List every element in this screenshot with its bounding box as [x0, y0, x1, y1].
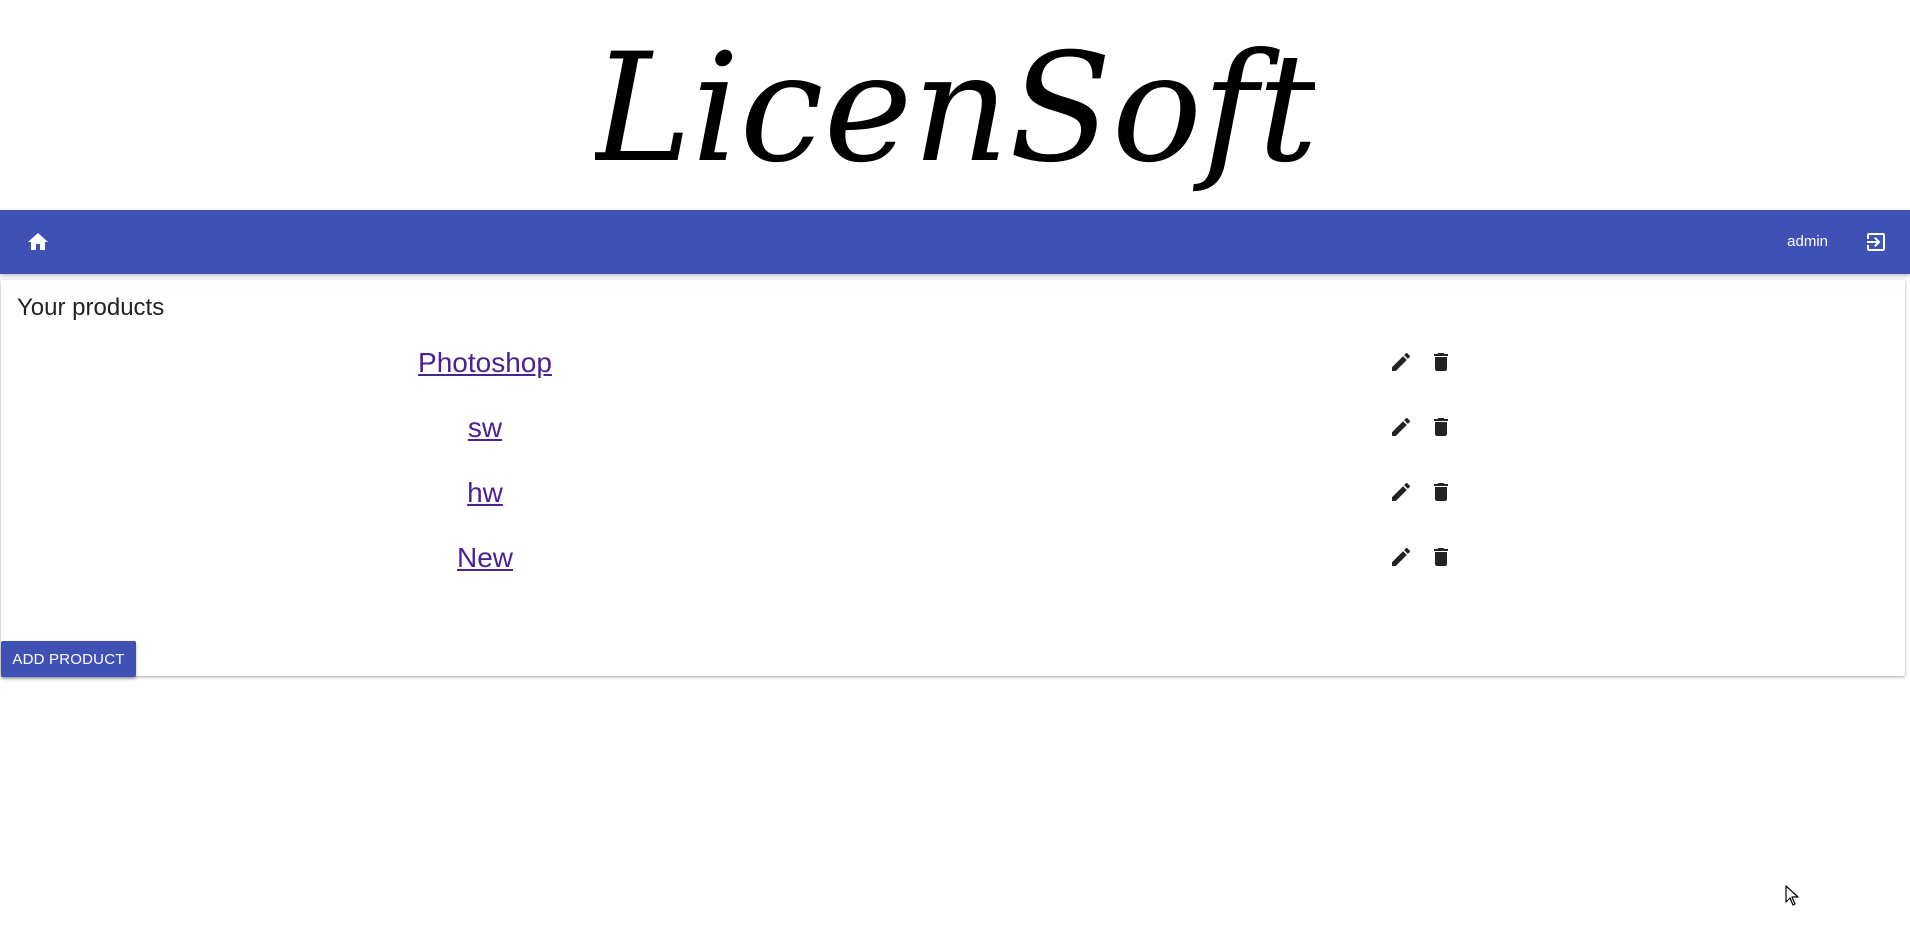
edit-button[interactable] — [1381, 533, 1421, 581]
home-button[interactable] — [14, 218, 62, 266]
delete-button[interactable] — [1421, 403, 1461, 451]
delete-button[interactable] — [1421, 338, 1461, 386]
pencil-icon — [1392, 417, 1411, 436]
pencil-icon — [1392, 352, 1411, 371]
username-label: admin — [1787, 233, 1828, 250]
edit-button[interactable] — [1381, 338, 1421, 386]
home-icon — [28, 233, 48, 250]
logout-icon — [1867, 233, 1885, 251]
logo-area: LicenSoft — [0, 0, 1910, 210]
product-actions — [1381, 403, 1481, 451]
product-link[interactable]: New — [1, 525, 969, 590]
edit-button[interactable] — [1381, 403, 1421, 451]
product-row: hw — [1, 460, 1905, 525]
pencil-icon — [1392, 482, 1411, 501]
mouse-cursor-icon — [1785, 885, 1799, 906]
logo-text: LicenSoft — [595, 22, 1315, 196]
product-actions — [1381, 468, 1481, 516]
trash-icon — [1434, 353, 1448, 371]
product-actions — [1381, 338, 1481, 386]
trash-icon — [1434, 483, 1448, 501]
product-actions — [1381, 533, 1481, 581]
product-row: sw — [1, 395, 1905, 460]
delete-button[interactable] — [1421, 468, 1461, 516]
product-link[interactable]: hw — [1, 460, 969, 525]
add-product-button[interactable]: ADD PRODUCT — [1, 641, 136, 677]
product-link[interactable]: Photoshop — [1, 330, 969, 395]
card-title: Your products — [17, 294, 165, 321]
products-card: Your products Photoshop sw hw New ADD PR… — [1, 280, 1905, 677]
trash-icon — [1434, 548, 1448, 566]
delete-button[interactable] — [1421, 533, 1461, 581]
pencil-icon — [1392, 547, 1411, 566]
top-app-bar: admin — [0, 210, 1910, 274]
trash-icon — [1434, 418, 1448, 436]
product-row: New — [1, 525, 1905, 590]
edit-button[interactable] — [1381, 468, 1421, 516]
logout-button[interactable] — [1852, 218, 1900, 266]
product-row: Photoshop — [1, 330, 1905, 395]
licensoft-logo: LicenSoft — [595, 22, 1315, 196]
product-link[interactable]: sw — [1, 395, 969, 460]
